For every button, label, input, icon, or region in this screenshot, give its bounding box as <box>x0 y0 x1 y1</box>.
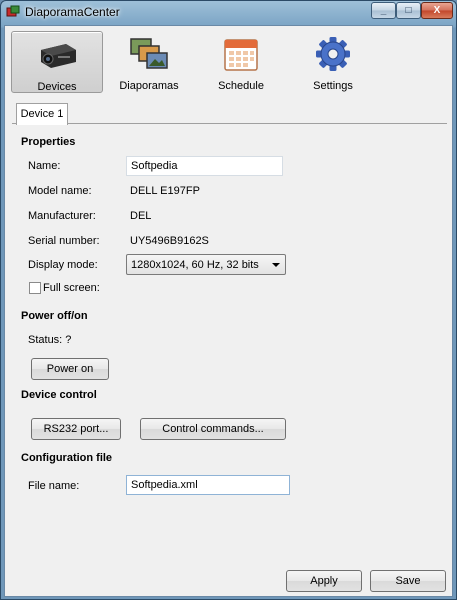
maximize-button[interactable]: □ <box>396 2 421 19</box>
window-title: DiaporamaCenter <box>25 5 120 19</box>
app-window: DiaporamaCenter _ □ X Devices Diaporamas… <box>0 0 457 600</box>
device-control-heading: Device control <box>21 389 97 401</box>
main-toolbar: Devices Diaporamas Schedule Settings <box>5 26 452 96</box>
toolbar-diaporamas[interactable]: Diaporamas <box>103 31 195 93</box>
model-label: Model name: <box>28 185 92 197</box>
apply-button[interactable]: Apply <box>286 570 362 592</box>
fullscreen-label: Full screen: <box>43 282 100 294</box>
projector-icon <box>41 44 76 68</box>
control-commands-button[interactable]: Control commands... <box>140 418 286 440</box>
app-icon <box>6 5 20 17</box>
file-name-field[interactable]: Softpedia.xml <box>126 475 290 495</box>
save-button[interactable]: Save <box>370 570 446 592</box>
gear-icon <box>316 37 350 71</box>
toolbar-settings[interactable]: Settings <box>287 31 379 93</box>
power-on-button[interactable]: Power on <box>31 358 109 380</box>
title-bar[interactable]: DiaporamaCenter _ □ X <box>1 1 456 23</box>
config-heading: Configuration file <box>21 452 113 464</box>
file-name-label: File name: <box>28 480 80 492</box>
fullscreen-checkbox[interactable] <box>29 282 41 294</box>
properties-heading: Properties <box>21 136 76 148</box>
device-tab-strip: Device 1 <box>12 103 447 125</box>
chevron-down-icon <box>272 263 280 267</box>
name-label: Name: <box>28 160 61 172</box>
minimize-button[interactable]: _ <box>371 2 396 19</box>
client-area: Devices Diaporamas Schedule Settings Dev… <box>4 25 453 597</box>
tab-device-1[interactable]: Device 1 <box>16 103 68 125</box>
display-mode-label: Display mode: <box>28 259 98 271</box>
calendar-icon <box>224 39 258 71</box>
rs232-port-button[interactable]: RS232 port... <box>31 418 121 440</box>
toolbar-schedule[interactable]: Schedule <box>195 31 287 93</box>
toolbar-diaporamas-label: Diaporamas <box>119 80 179 92</box>
manufacturer-value: DEL <box>130 210 152 222</box>
serial-label: Serial number: <box>28 235 100 247</box>
name-field[interactable]: Softpedia <box>126 156 283 176</box>
power-status: Status: ? <box>28 334 72 346</box>
close-button[interactable]: X <box>421 2 453 19</box>
device-panel: Properties Name: Softpedia Model name: D… <box>12 124 447 564</box>
display-mode-select[interactable]: 1280x1024, 60 Hz, 32 bits <box>126 254 286 275</box>
toolbar-devices[interactable]: Devices <box>11 31 103 93</box>
toolbar-settings-label: Settings <box>313 80 353 92</box>
manufacturer-label: Manufacturer: <box>28 210 96 222</box>
display-mode-value: 1280x1024, 60 Hz, 32 bits <box>131 259 259 271</box>
toolbar-schedule-label: Schedule <box>218 80 264 92</box>
photos-icon <box>130 38 168 69</box>
serial-value: UY5496B9162S <box>130 235 209 247</box>
toolbar-devices-label: Devices <box>37 81 77 93</box>
model-value: DELL E197FP <box>130 185 200 197</box>
power-heading: Power off/on <box>21 310 88 322</box>
